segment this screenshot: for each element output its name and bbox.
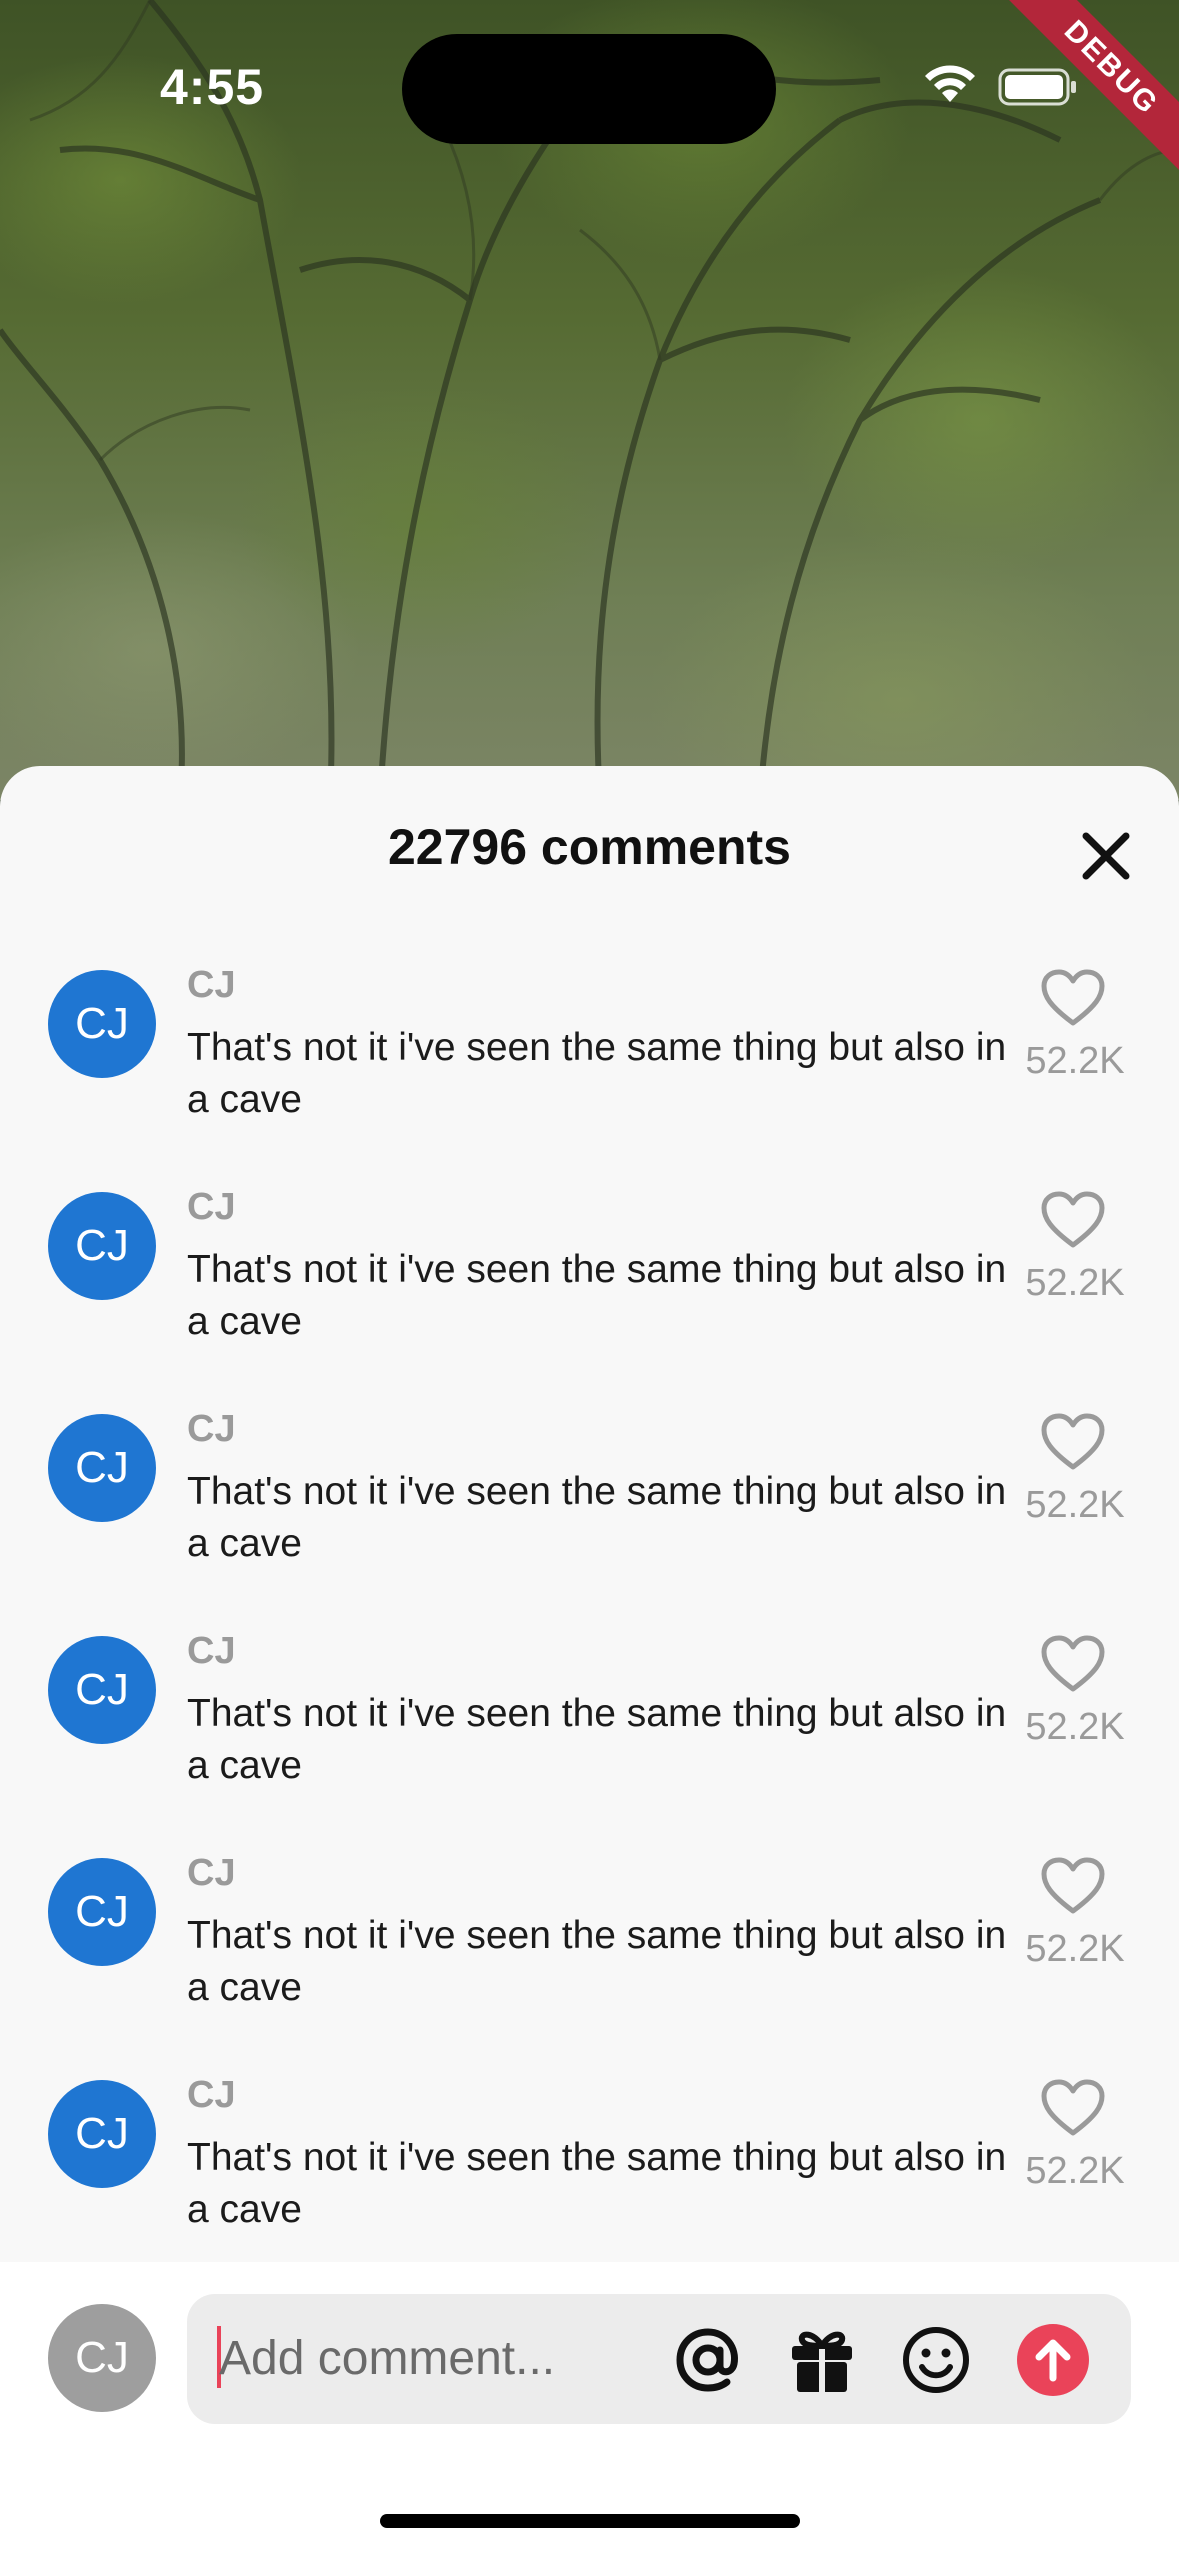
heart-icon[interactable] xyxy=(1040,1856,1106,1916)
current-user-avatar[interactable]: CJ xyxy=(48,2304,156,2412)
comment-avatar[interactable]: CJ xyxy=(48,1858,156,1966)
like-count: 52.2K xyxy=(1025,1484,1125,1526)
comment-item: CJ CJ That's not it i've seen the same t… xyxy=(0,1408,1179,1636)
comment-username[interactable]: CJ xyxy=(187,1186,236,1229)
like-count: 52.2K xyxy=(1025,1928,1125,1970)
comment-avatar[interactable]: CJ xyxy=(48,1192,156,1300)
status-time: 4:55 xyxy=(160,59,265,115)
comment-text: That's not it i've seen the same thing b… xyxy=(187,1914,1007,2009)
comment-input[interactable] xyxy=(219,2318,619,2398)
comment-username[interactable]: CJ xyxy=(187,2074,236,2117)
heart-icon[interactable] xyxy=(1040,1190,1106,1250)
heart-icon[interactable] xyxy=(1040,1412,1106,1472)
comment-input-container xyxy=(187,2294,1131,2424)
like-count: 52.2K xyxy=(1025,1040,1125,1082)
at-icon[interactable] xyxy=(670,2322,746,2398)
dynamic-island xyxy=(402,34,776,144)
comment-text: That's not it i've seen the same thing b… xyxy=(187,1470,1007,1565)
comment-composer: CJ xyxy=(0,2262,1179,2556)
send-button[interactable] xyxy=(1017,2324,1089,2396)
comment-item: CJ CJ That's not it i've seen the same t… xyxy=(0,1630,1179,1858)
close-icon[interactable] xyxy=(1076,826,1136,886)
like-count: 52.2K xyxy=(1025,1262,1125,1304)
comment-text: That's not it i've seen the same thing b… xyxy=(187,1248,1007,1343)
comment-text: That's not it i've seen the same thing b… xyxy=(187,1026,1007,1121)
comment-username[interactable]: CJ xyxy=(187,1630,236,1673)
battery-icon xyxy=(998,68,1076,106)
comment-item: CJ CJ That's not it i've seen the same t… xyxy=(0,1852,1179,2080)
comment-text: That's not it i've seen the same thing b… xyxy=(187,2136,1007,2231)
comment-username[interactable]: CJ xyxy=(187,1852,236,1895)
comment-avatar[interactable]: CJ xyxy=(48,1636,156,1744)
like-count: 52.2K xyxy=(1025,1706,1125,1748)
comment-avatar[interactable]: CJ xyxy=(48,970,156,1078)
emoji-icon[interactable] xyxy=(898,2322,974,2398)
like-count: 52.2K xyxy=(1025,2150,1125,2192)
gift-icon[interactable] xyxy=(784,2322,860,2398)
home-indicator[interactable] xyxy=(380,2514,800,2528)
comment-item: CJ CJ That's not it i've seen the same t… xyxy=(0,1186,1179,1414)
comment-item: CJ CJ That's not it i've seen the same t… xyxy=(0,964,1179,1192)
comment-avatar[interactable]: CJ xyxy=(48,1414,156,1522)
comment-text: That's not it i've seen the same thing b… xyxy=(187,1692,1007,1787)
heart-icon[interactable] xyxy=(1040,1634,1106,1694)
heart-icon[interactable] xyxy=(1040,968,1106,1028)
comment-username[interactable]: CJ xyxy=(187,964,236,1007)
comment-avatar[interactable]: CJ xyxy=(48,2080,156,2188)
send-arrow-icon xyxy=(1035,2339,1071,2382)
heart-icon[interactable] xyxy=(1040,2078,1106,2138)
comments-count-title: 22796 comments xyxy=(387,819,791,875)
wifi-icon xyxy=(925,65,975,102)
comment-username[interactable]: CJ xyxy=(187,1408,236,1451)
